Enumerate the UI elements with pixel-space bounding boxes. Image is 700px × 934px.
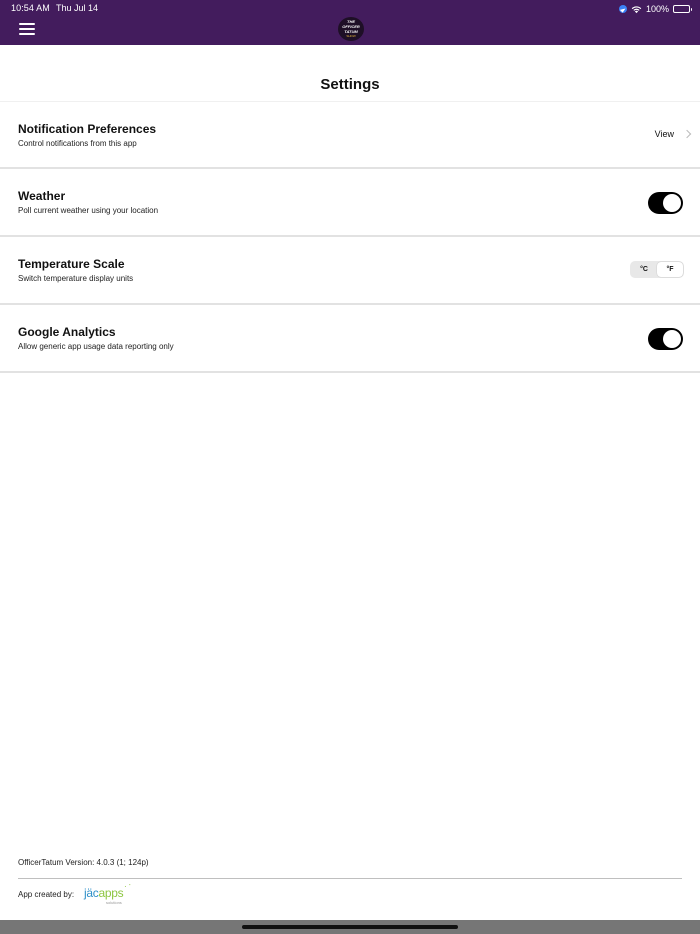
setting-subtitle: Allow generic app usage data reporting o… (18, 342, 174, 351)
jacapps-logo[interactable]: jäcapps ⠂⠁ solutions (84, 884, 134, 908)
app-logo: THE OFFICER TATUM SHOW (338, 17, 364, 41)
bottom-bar (0, 920, 700, 934)
brand-apps: apps (98, 886, 124, 900)
setting-title: Google Analytics (18, 325, 116, 339)
page-title: Settings (320, 76, 380, 93)
status-date: Thu Jul 14 (56, 3, 99, 13)
setting-title: Notification Preferences (18, 122, 157, 136)
top-bar: 10:54 AM Thu Jul 14 100% THE OFFICER TAT… (0, 0, 700, 45)
logo-line-2: OFFICER TATUM (342, 24, 360, 34)
chevron-right-icon (682, 129, 692, 139)
battery-icon (673, 5, 692, 13)
brand-jac: jäc (84, 886, 99, 900)
setting-subtitle: Control notifications from this app (18, 139, 137, 148)
view-button[interactable]: View (654, 129, 692, 139)
analytics-toggle[interactable] (648, 328, 683, 350)
fahrenheit-option[interactable]: °F (657, 262, 683, 277)
setting-google-analytics: Google Analytics Allow generic app usage… (0, 305, 700, 373)
toggle-knob (663, 194, 681, 212)
footer-divider (18, 878, 682, 879)
setting-temperature-scale: Temperature Scale Switch temperature dis… (0, 237, 700, 305)
toggle-knob (663, 330, 681, 348)
setting-weather: Weather Poll current weather using your … (0, 169, 700, 237)
wifi-icon (631, 5, 642, 13)
weather-toggle[interactable] (648, 192, 683, 214)
app-version: OfficerTatum Version: 4.0.3 (1; 124p) (18, 858, 149, 867)
settings-list: Notification Preferences Control notific… (0, 101, 700, 373)
setting-subtitle: Poll current weather using your location (18, 206, 159, 215)
hamburger-menu-icon[interactable] (19, 23, 35, 37)
battery-percent: 100% (645, 4, 669, 14)
status-time: 10:54 AM (11, 3, 50, 13)
brand-dots-icon: ⠂⠁ (124, 885, 133, 891)
location-icon (618, 5, 627, 13)
celsius-option[interactable]: °C (631, 262, 657, 277)
created-by-label: App created by: (18, 890, 75, 899)
view-label: View (654, 129, 674, 139)
brand-sub: solutions (106, 900, 122, 905)
setting-title: Temperature Scale (18, 257, 125, 271)
setting-title: Weather (18, 189, 66, 203)
setting-subtitle: Switch temperature display units (18, 274, 134, 283)
logo-line-3: SHOW (346, 34, 356, 38)
status-icons: 100% (618, 3, 692, 15)
setting-notification-preferences[interactable]: Notification Preferences Control notific… (0, 101, 700, 169)
temperature-scale-control[interactable]: °C °F (630, 261, 684, 278)
home-indicator[interactable] (242, 925, 458, 929)
